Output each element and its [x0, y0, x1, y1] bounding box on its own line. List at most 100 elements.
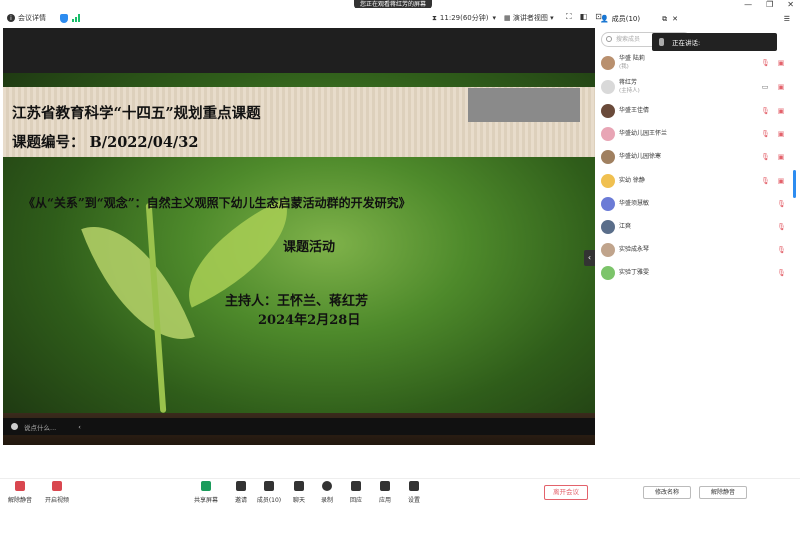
chevron-down-icon: ▾ — [550, 14, 554, 22]
chat-bar: 说点什么... ‹ — [3, 418, 595, 435]
speaking-indicator: 正在讲话: — [652, 33, 777, 51]
gear-icon — [409, 481, 419, 491]
member-names: 实验成永琴 — [619, 246, 649, 254]
member-row[interactable]: 华盛幼儿园王怀兰 🎙 ▣ — [601, 124, 791, 144]
chat-input[interactable]: 说点什么... — [24, 422, 56, 432]
record-icon — [322, 481, 332, 491]
popout-icon[interactable]: ⧉ — [662, 15, 667, 24]
record-button[interactable]: 录制 — [313, 481, 341, 504]
top-bar: i 会议详情 ⧗ 11:29(60分钟) ▾ ▦ 演讲者视图 ▾ ⛶ ◧ ⊡ — [0, 8, 602, 28]
leave-meeting-button[interactable]: 离开会议 — [544, 485, 588, 500]
window-restore-button[interactable]: ❐ — [766, 0, 773, 9]
members-icon — [264, 481, 274, 491]
mic-muted-icon[interactable]: 🎙 — [777, 223, 786, 231]
slide-host: 主持人：王怀兰、蒋红芳 — [225, 294, 369, 309]
hourglass-icon: ⧗ — [432, 13, 437, 22]
chevron-left-icon[interactable]: ‹ — [78, 423, 81, 431]
shield-icon[interactable] — [60, 13, 68, 23]
collapse-panel-button[interactable]: ‹ — [584, 250, 595, 266]
mic-muted-icon[interactable]: 🎙 — [777, 246, 786, 254]
close-icon[interactable]: ✕ — [672, 15, 678, 23]
unmute-button[interactable]: 解除静音 — [6, 481, 34, 504]
member-name: 蒋红芳 — [619, 79, 638, 86]
leaf-decoration — [81, 205, 195, 361]
avatar — [601, 127, 615, 141]
video-off-icon[interactable]: ▣ — [777, 153, 785, 161]
settings-button[interactable]: 设置 — [400, 481, 428, 504]
avatar — [601, 266, 615, 280]
screen-share-icon[interactable]: ▭ — [761, 83, 769, 91]
meeting-info-label: 会议详情 — [18, 14, 46, 22]
video-off-icon[interactable]: ▣ — [777, 83, 785, 91]
mic-muted-icon[interactable]: 🎙 — [761, 107, 770, 115]
emoji-icon[interactable] — [11, 423, 18, 430]
member-names: 蒋红芳 (主持人) — [619, 79, 640, 95]
member-names: 华盛王佳倩 — [619, 107, 649, 115]
video-off-icon[interactable]: ▣ — [777, 107, 785, 115]
member-row[interactable]: 江爽 🎙 — [601, 217, 791, 237]
member-row[interactable]: 华盛幼儿园徐寒 🎙 ▣ — [601, 147, 791, 167]
member-row[interactable]: 华盛须慧敏 🎙 — [601, 194, 791, 214]
member-names: 华盛 陆莉 (我) — [619, 55, 645, 71]
video-off-icon[interactable]: ▣ — [777, 177, 785, 185]
start-video-button[interactable]: 开启视频 — [43, 481, 71, 504]
chat-button[interactable]: 聊天 — [285, 481, 313, 504]
member-names: 华盛幼儿园徐寒 — [619, 153, 661, 161]
members-scrollbar[interactable] — [793, 170, 796, 198]
mic-muted-icon[interactable]: 🎙 — [761, 177, 770, 185]
meeting-timer[interactable]: ⧗ 11:29(60分钟) ▾ — [432, 13, 496, 23]
fullscreen-icon[interactable]: ⛶ — [566, 12, 572, 22]
menu-icon[interactable]: ☰ — [784, 15, 790, 23]
window-close-button[interactable]: ✕ — [787, 0, 794, 9]
share-screen-button[interactable]: 共享屏幕 — [192, 481, 220, 504]
speaking-label: 正在讲话: — [672, 39, 701, 47]
view-mode-selector[interactable]: ▦ 演讲者视图 ▾ — [504, 13, 554, 23]
members-label: 成员(10) — [256, 497, 282, 504]
mic-muted-icon[interactable]: 🎙 — [777, 269, 786, 277]
reaction-label: 回应 — [349, 497, 362, 504]
rename-button[interactable]: 修改名称 — [643, 486, 691, 499]
mic-muted-icon[interactable]: 🎙 — [761, 59, 770, 67]
members-icon: 👤 — [600, 15, 609, 23]
avatar — [601, 174, 615, 188]
member-row[interactable]: 蒋红芳 (主持人) ▭ ▣ — [601, 77, 791, 97]
member-row[interactable]: 实验成永琴 🎙 — [601, 240, 791, 260]
apps-button[interactable]: 应用 — [371, 481, 399, 504]
slide-subtitle: 课题活动 — [283, 240, 336, 255]
member-row[interactable]: 实幼 徐静 🎙 ▣ — [601, 171, 791, 191]
reaction-button[interactable]: 回应 — [342, 481, 370, 504]
shared-screen: 江苏省教育科学“十四五”规划重点课题 课题编号： B/2022/04/32 《从… — [3, 28, 595, 445]
avatar — [601, 197, 615, 211]
settings-label: 设置 — [407, 497, 420, 504]
sidebar-toggle-icon[interactable]: ◧ — [580, 12, 588, 22]
window-minimize-button[interactable]: — — [744, 0, 752, 9]
info-icon: i — [7, 14, 15, 22]
start-video-label: 开启视频 — [44, 497, 69, 504]
video-off-icon[interactable]: ▣ — [777, 130, 785, 138]
mic-muted-icon[interactable]: 🎙 — [777, 200, 786, 208]
mic-muted-icon[interactable]: 🎙 — [761, 130, 770, 138]
member-name: 华盛幼儿园徐寒 — [619, 153, 662, 160]
members-button[interactable]: 成员(10) — [255, 481, 283, 504]
slide-title-2: 课题编号： B/2022/04/32 — [12, 134, 199, 151]
signal-icon[interactable] — [72, 14, 80, 22]
record-label: 录制 — [320, 497, 333, 504]
reaction-icon — [351, 481, 361, 491]
member-row[interactable]: 华盛 陆莉 (我) 🎙 ▣ — [601, 53, 791, 73]
member-row[interactable]: 华盛王佳倩 🎙 ▣ — [601, 101, 791, 121]
bottom-toolbar: 解除静音 开启视频 共享屏幕 邀请 成员(10) 聊天 录制 回应 应用 设置 … — [0, 478, 800, 508]
window-controls: — ❐ ✕ — [744, 0, 794, 9]
mic-muted-icon[interactable]: 🎙 — [761, 153, 770, 161]
meeting-info-button[interactable]: i 会议详情 — [7, 13, 46, 23]
slide-main-title: 《从“关系”到“观念”：自然主义观照下幼儿生态启蒙活动群的开发研究》 — [23, 196, 411, 210]
mic-muted-icon — [15, 481, 25, 491]
share-screen-label: 共享屏幕 — [193, 497, 218, 504]
invite-label: 邀请 — [234, 497, 247, 504]
member-names: 实幼 徐静 — [619, 177, 645, 185]
member-row[interactable]: 实验丁雅雯 🎙 — [601, 263, 791, 283]
invite-button[interactable]: 邀请 — [227, 481, 255, 504]
chevron-down-icon: ▾ — [492, 14, 496, 22]
unmute-all-button[interactable]: 解除静音 — [699, 486, 747, 499]
member-name: 华盛幼儿园王怀兰 — [619, 130, 668, 137]
video-off-icon[interactable]: ▣ — [777, 59, 785, 67]
